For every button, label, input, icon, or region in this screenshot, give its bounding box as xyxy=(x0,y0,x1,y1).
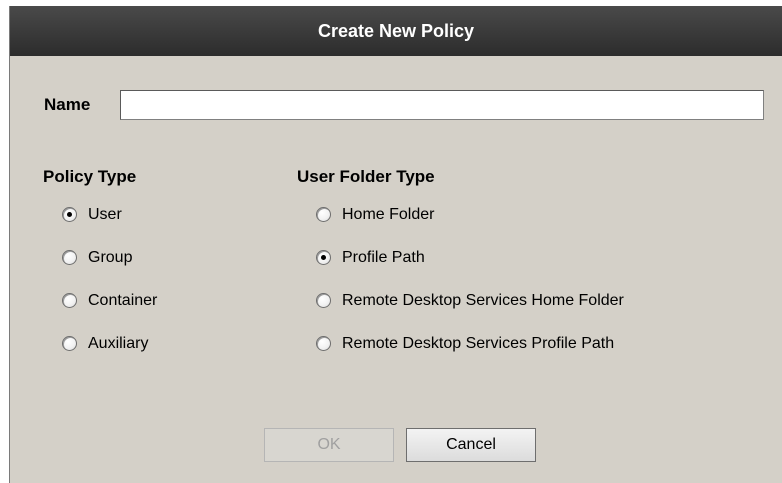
policy-type-option-group[interactable]: Group xyxy=(62,246,157,269)
name-input[interactable] xyxy=(120,90,764,120)
policy-type-option-label: Container xyxy=(88,291,158,309)
radio-button-icon[interactable] xyxy=(316,336,331,351)
radio-button-icon[interactable] xyxy=(316,207,331,222)
radio-button-checked-icon[interactable] xyxy=(316,250,331,265)
user-folder-option-label: Home Folder xyxy=(342,205,435,223)
name-label: Name xyxy=(44,95,91,114)
dialog-title: Create New Policy xyxy=(317,20,475,41)
policy-type-heading: Policy Type xyxy=(43,167,137,186)
user-folder-option-home-folder[interactable]: Home Folder xyxy=(316,203,624,226)
policy-type-radio-group: User Group Container Auxiliary xyxy=(62,203,157,375)
radio-button-icon[interactable] xyxy=(62,250,77,265)
policy-type-option-user[interactable]: User xyxy=(62,203,157,226)
radio-button-icon[interactable] xyxy=(62,336,77,351)
policy-type-option-label: Group xyxy=(88,248,133,266)
dialog-title-bar[interactable]: Create New Policy xyxy=(10,6,782,56)
cancel-button[interactable]: Cancel xyxy=(406,428,536,462)
user-folder-type-heading: User Folder Type xyxy=(297,167,435,186)
name-row: Name xyxy=(44,90,764,120)
user-folder-option-label: Remote Desktop Services Home Folder xyxy=(342,291,624,309)
policy-type-option-container[interactable]: Container xyxy=(62,289,157,312)
user-folder-option-label: Profile Path xyxy=(342,248,425,266)
create-policy-dialog: Create New Policy Name Policy Type User … xyxy=(9,6,782,483)
policy-type-option-label: User xyxy=(88,205,122,223)
ok-button[interactable]: OK xyxy=(264,428,394,462)
user-folder-option-label: Remote Desktop Services Profile Path xyxy=(342,334,615,352)
policy-type-option-auxiliary[interactable]: Auxiliary xyxy=(62,332,157,355)
user-folder-option-profile-path[interactable]: Profile Path xyxy=(316,246,624,269)
user-folder-option-rds-home-folder[interactable]: Remote Desktop Services Home Folder xyxy=(316,289,624,312)
radio-button-checked-icon[interactable] xyxy=(62,207,77,222)
user-folder-type-radio-group: Home Folder Profile Path Remote Desktop … xyxy=(316,203,624,375)
radio-button-icon[interactable] xyxy=(316,293,331,308)
policy-type-option-label: Auxiliary xyxy=(88,334,149,352)
radio-button-icon[interactable] xyxy=(62,293,77,308)
user-folder-option-rds-profile-path[interactable]: Remote Desktop Services Profile Path xyxy=(316,332,624,355)
